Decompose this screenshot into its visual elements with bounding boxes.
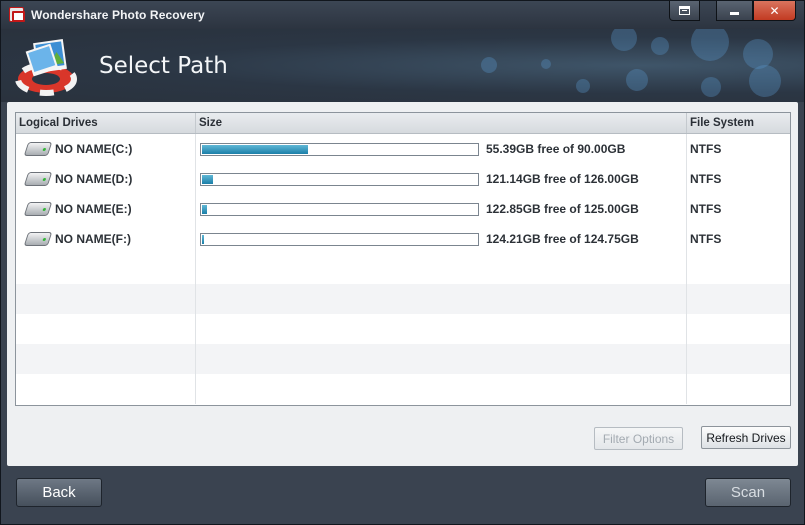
empty-row	[16, 344, 790, 374]
usage-bar	[200, 232, 479, 246]
drive-label: NO NAME(F:)	[55, 232, 131, 246]
bokeh-decoration	[626, 69, 648, 91]
usage-bar-fill	[202, 174, 213, 184]
bokeh-decoration	[651, 37, 669, 55]
hard-drive-icon	[23, 172, 53, 186]
size-text: 55.39GB free of 90.00GB	[486, 142, 626, 156]
usage-bar-fill	[202, 144, 308, 154]
drive-cell: NO NAME(C:)	[16, 134, 196, 164]
usage-bar-fill	[202, 234, 204, 244]
drive-cell: NO NAME(E:)	[16, 194, 196, 224]
size-cell: 55.39GB free of 90.00GB	[196, 134, 687, 164]
app-icon	[9, 7, 25, 22]
bokeh-decoration	[576, 79, 590, 93]
size-cell: 124.21GB free of 124.75GB	[196, 224, 687, 254]
drive-cell: NO NAME(D:)	[16, 164, 196, 194]
fs-cell: NTFS	[687, 224, 790, 254]
size-cell: 121.14GB free of 126.00GB	[196, 164, 687, 194]
bokeh-decoration	[611, 29, 637, 51]
minimize-button[interactable]	[716, 1, 753, 21]
usage-bar-fill	[202, 204, 207, 214]
header-banner: Select Path	[1, 29, 804, 102]
empty-row	[16, 374, 790, 404]
file-system-text: NTFS	[690, 172, 722, 186]
close-icon: ✕	[769, 3, 780, 18]
main-panel: Logical Drives Size File System NO NAME(…	[7, 102, 798, 466]
refresh-drives-button[interactable]: Refresh Drives	[701, 426, 791, 449]
back-button[interactable]: Back	[16, 478, 102, 507]
fs-cell: NTFS	[687, 134, 790, 164]
restore-icon	[679, 6, 690, 15]
photo-recovery-logo-icon	[15, 39, 77, 96]
close-button[interactable]: ✕	[753, 1, 796, 21]
hard-drive-icon	[23, 202, 53, 216]
size-cell: 122.85GB free of 125.00GB	[196, 194, 687, 224]
minimize-icon	[730, 12, 739, 15]
window-title: Wondershare Photo Recovery	[31, 8, 205, 22]
title-bar[interactable]: Wondershare Photo Recovery ✕	[1, 1, 804, 29]
usage-bar	[200, 172, 479, 186]
usage-bar	[200, 142, 479, 156]
size-text: 122.85GB free of 125.00GB	[486, 202, 639, 216]
drive-cell: NO NAME(F:)	[16, 224, 196, 254]
table-row-drive-f[interactable]: NO NAME(F:) 124.21GB free of 124.75GB NT…	[16, 224, 790, 254]
table-row-drive-c[interactable]: NO NAME(C:) 55.39GB free of 90.00GB NTFS	[16, 134, 790, 164]
hard-drive-icon	[23, 232, 53, 246]
scan-button[interactable]: Scan	[705, 478, 791, 507]
empty-row	[16, 314, 790, 344]
drives-table: Logical Drives Size File System NO NAME(…	[15, 112, 791, 406]
fs-cell: NTFS	[687, 164, 790, 194]
hard-drive-icon	[23, 142, 53, 156]
bokeh-decoration	[691, 29, 729, 61]
drive-label: NO NAME(C:)	[55, 142, 133, 156]
size-text: 121.14GB free of 126.00GB	[486, 172, 639, 186]
table-header: Logical Drives Size File System	[16, 113, 790, 134]
size-text: 124.21GB free of 124.75GB	[486, 232, 639, 246]
column-header-logical-drives[interactable]: Logical Drives	[16, 113, 196, 133]
file-system-text: NTFS	[690, 142, 722, 156]
app-window: Wondershare Photo Recovery ✕ Select Path…	[0, 0, 805, 525]
column-header-size[interactable]: Size	[196, 113, 687, 133]
drive-label: NO NAME(E:)	[55, 202, 132, 216]
usage-bar	[200, 202, 479, 216]
file-system-text: NTFS	[690, 232, 722, 246]
bokeh-decoration	[541, 59, 551, 69]
table-row-drive-d[interactable]: NO NAME(D:) 121.14GB free of 126.00GB NT…	[16, 164, 790, 194]
column-header-file-system[interactable]: File System	[687, 113, 790, 133]
empty-row	[16, 284, 790, 314]
restore-button[interactable]	[669, 1, 700, 21]
drive-label: NO NAME(D:)	[55, 172, 133, 186]
bokeh-decoration	[749, 65, 781, 97]
table-row-drive-e[interactable]: NO NAME(E:) 122.85GB free of 125.00GB NT…	[16, 194, 790, 224]
empty-row	[16, 254, 790, 284]
bokeh-decoration	[481, 57, 497, 73]
bokeh-decoration	[701, 77, 721, 97]
fs-cell: NTFS	[687, 194, 790, 224]
page-title: Select Path	[99, 53, 228, 79]
file-system-text: NTFS	[690, 202, 722, 216]
filter-options-button[interactable]: Filter Options	[594, 427, 683, 450]
